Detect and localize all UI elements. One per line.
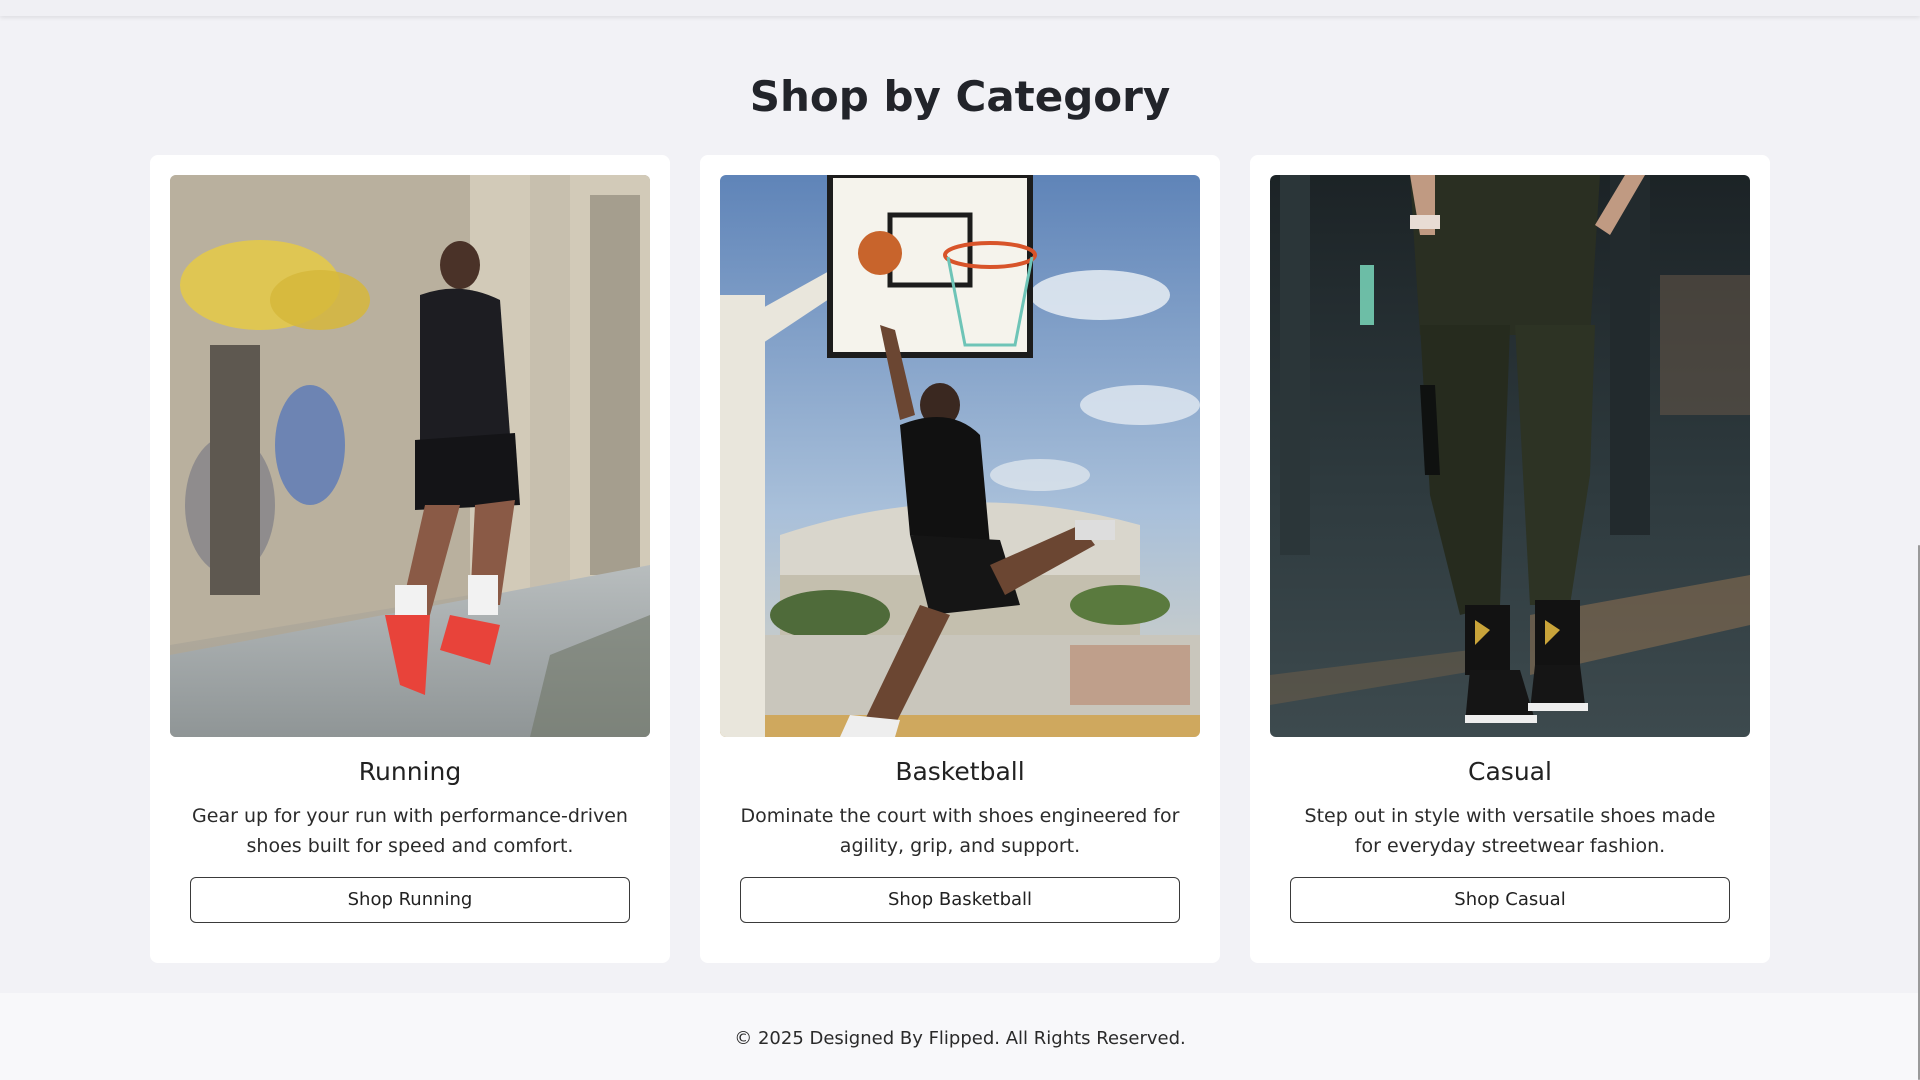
- category-card-basketball: Basketball Dominate the court with shoes…: [700, 155, 1220, 963]
- shop-basketball-button[interactable]: Shop Basketball: [740, 877, 1180, 923]
- category-card-casual: Casual Step out in style with versatile …: [1250, 155, 1770, 963]
- category-card-running: Running Gear up for your run with perfor…: [150, 155, 670, 963]
- category-title: Basketball: [895, 757, 1025, 786]
- header-bar-edge: [0, 0, 1920, 16]
- category-title: Casual: [1468, 757, 1552, 786]
- footer-copyright: © 2025 Designed By Flipped. All Rights R…: [734, 1028, 1186, 1049]
- shop-running-button[interactable]: Shop Running: [190, 877, 630, 923]
- running-image[interactable]: [170, 175, 650, 737]
- shop-casual-button[interactable]: Shop Casual: [1290, 877, 1730, 923]
- category-description: Gear up for your run with performance-dr…: [192, 805, 628, 857]
- basketball-image[interactable]: [720, 175, 1200, 737]
- page: Shop by Category Running Gear up for you…: [0, 0, 1920, 1080]
- scrollbar[interactable]: [1914, 0, 1920, 1080]
- category-description: Dominate the court with shoes engineered…: [740, 805, 1180, 857]
- category-title: Running: [358, 757, 462, 786]
- casual-image[interactable]: [1270, 175, 1750, 737]
- category-cards: Running Gear up for your run with perfor…: [150, 155, 1770, 965]
- category-description: Step out in style with versatile shoes m…: [1304, 805, 1716, 857]
- section-title: Shop by Category: [749, 72, 1171, 121]
- footer: © 2025 Designed By Flipped. All Rights R…: [0, 993, 1920, 1080]
